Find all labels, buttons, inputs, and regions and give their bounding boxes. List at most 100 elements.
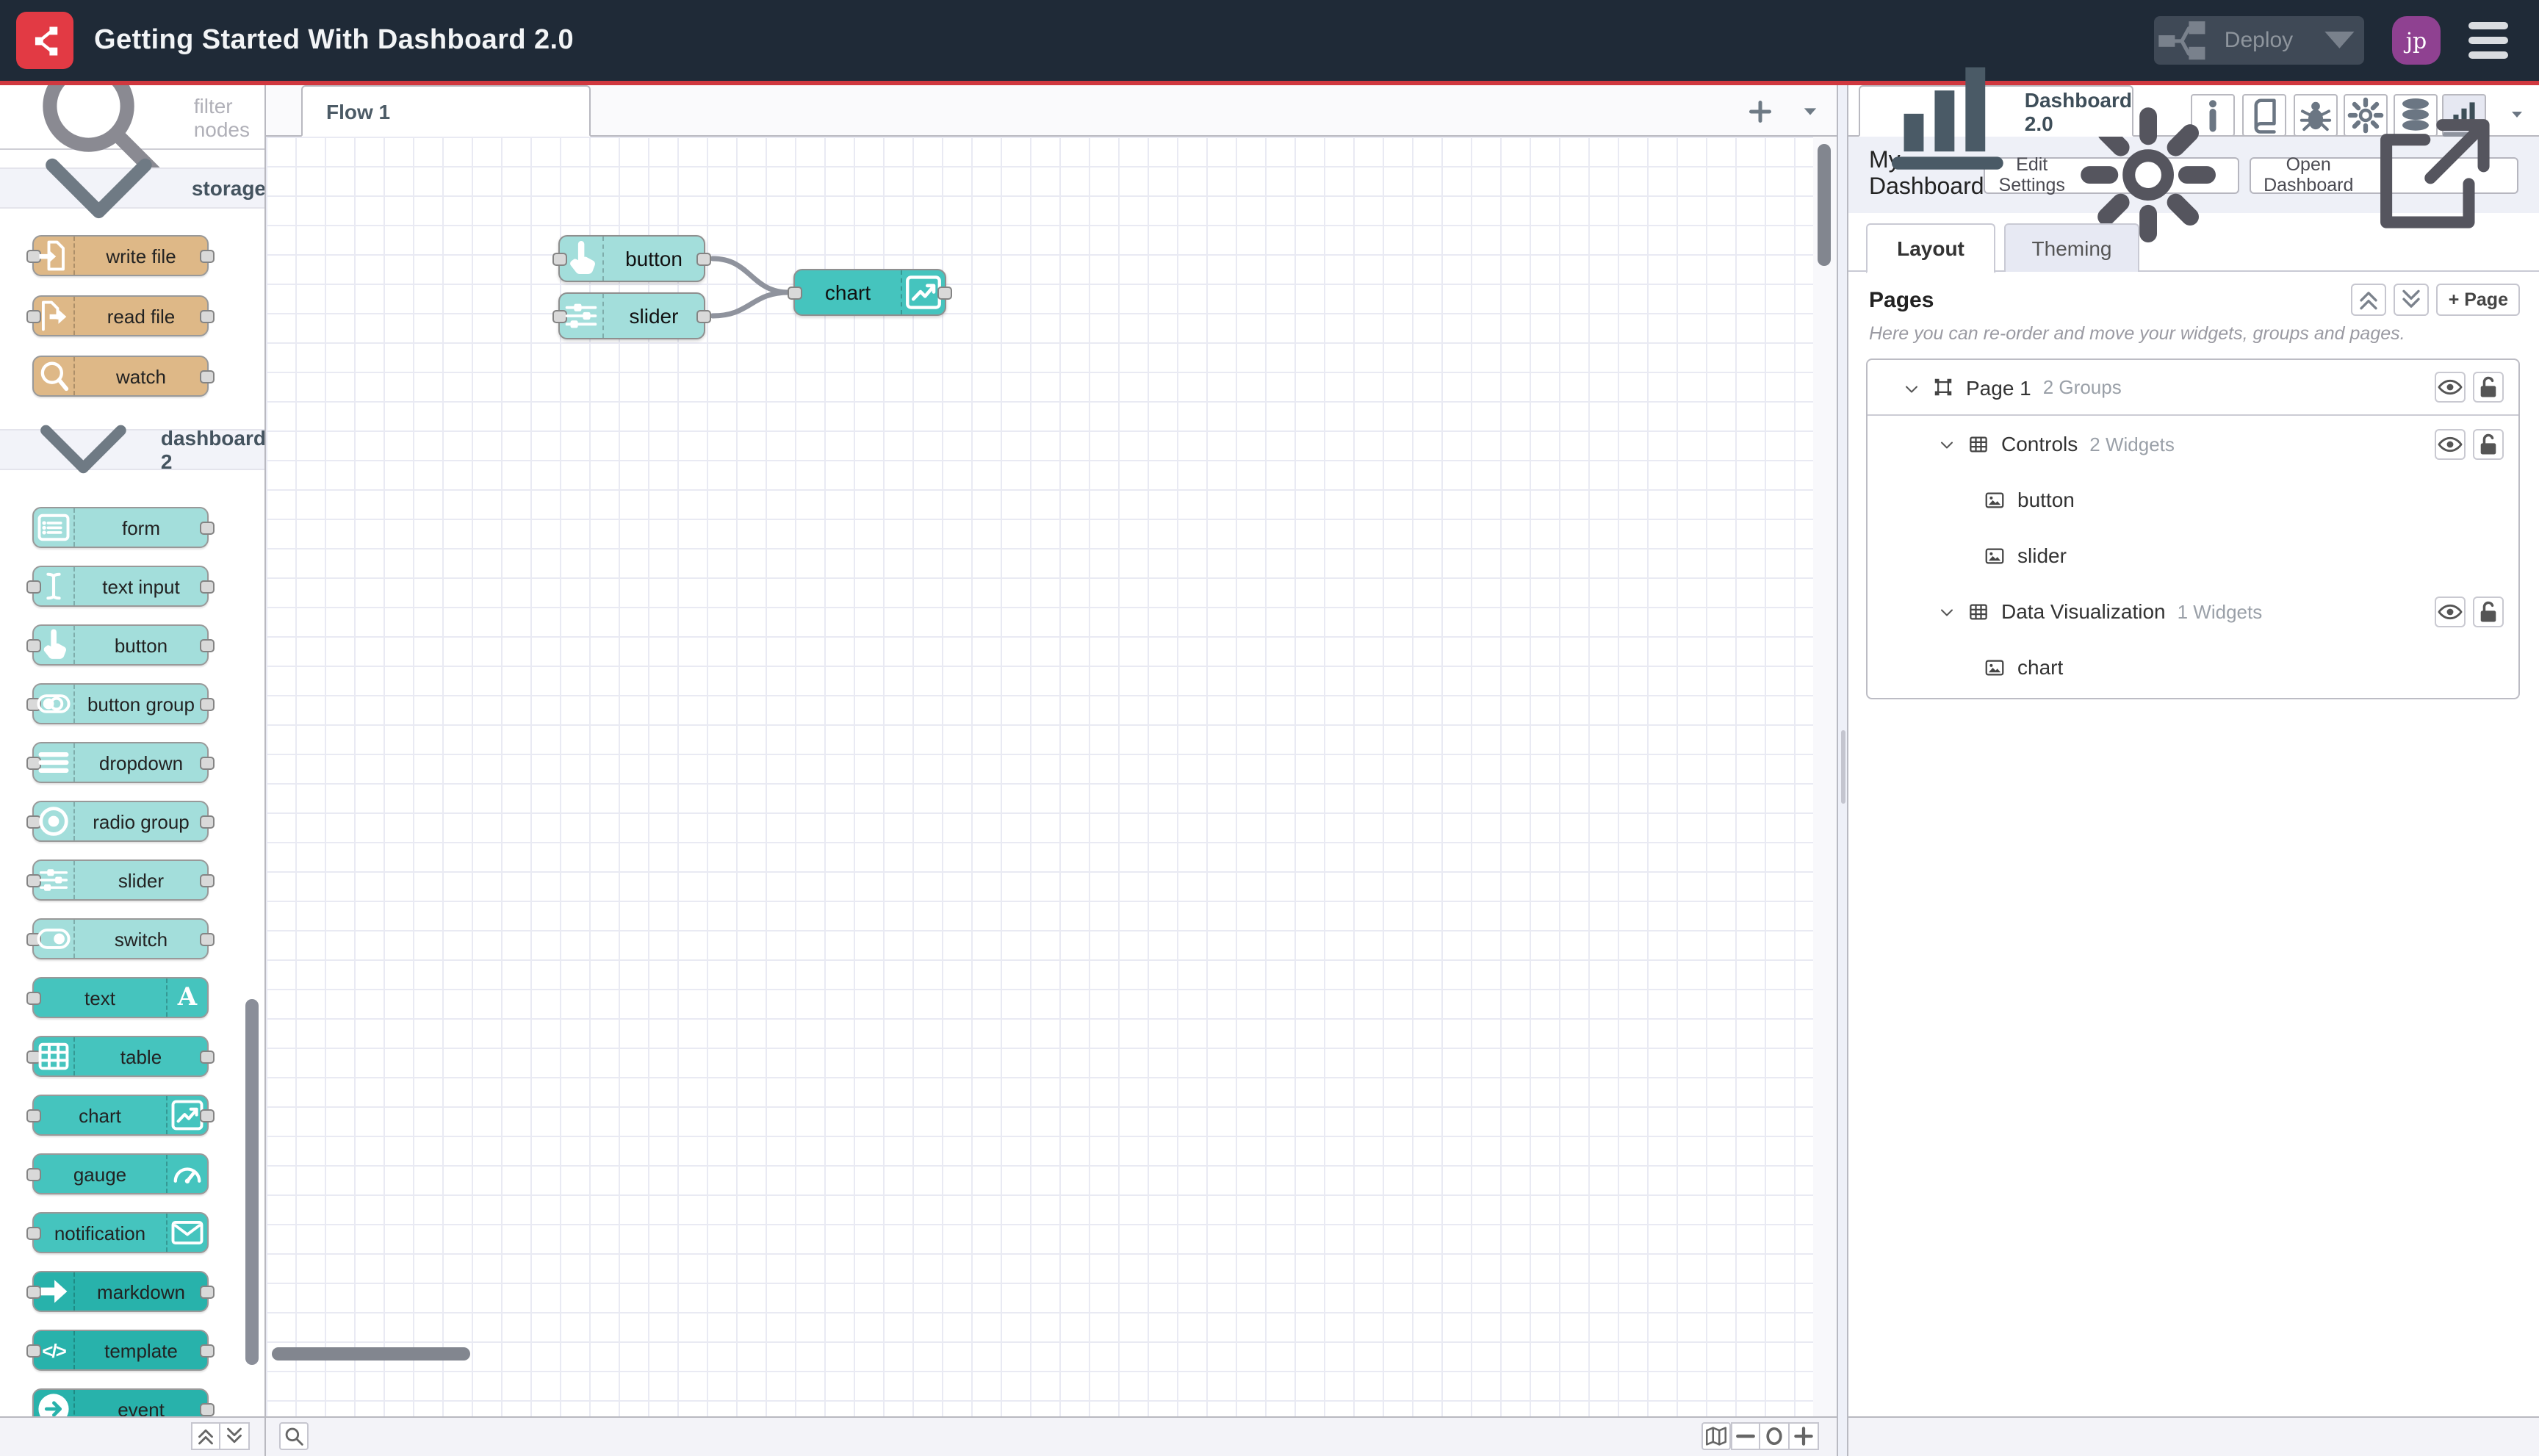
group-icon: [1967, 433, 1989, 455]
chevron-down-icon[interactable]: [1938, 435, 1956, 453]
deploy-caret-icon[interactable]: [2308, 15, 2364, 66]
header: Getting Started With Dashboard 2.0 Deplo…: [0, 0, 2539, 81]
tab-layout[interactable]: Layout: [1866, 223, 1995, 273]
port-out[interactable]: [200, 370, 215, 383]
collapse-all-button[interactable]: [191, 1422, 220, 1450]
palette-node-table[interactable]: table: [26, 1036, 215, 1077]
flow-canvas[interactable]: button slider chart: [266, 137, 1813, 1416]
canvas-horizontal-scrollbar[interactable]: [272, 1347, 470, 1361]
group-icon: [1967, 600, 1989, 622]
port-out[interactable]: [200, 873, 215, 887]
category-dashboard-2[interactable]: dashboard 2: [0, 425, 264, 474]
widget-count-badge: 2 Widgets: [2089, 433, 2175, 455]
port-out[interactable]: [200, 1285, 215, 1298]
sidebar-menu-button[interactable]: [2507, 104, 2527, 122]
port-out[interactable]: [200, 580, 215, 593]
move-down-button[interactable]: [2394, 284, 2430, 316]
port-out[interactable]: [200, 932, 215, 945]
zoom-out-button[interactable]: [1731, 1422, 1760, 1450]
expand-all-button[interactable]: [220, 1422, 250, 1450]
port-out[interactable]: [696, 252, 711, 265]
lock-button[interactable]: [2473, 428, 2504, 459]
filter-placeholder: filter nodes: [193, 93, 251, 140]
palette-node-dropdown[interactable]: dropdown: [26, 742, 215, 783]
separator-drag-handle[interactable]: [1841, 730, 1845, 804]
port-out[interactable]: [200, 815, 215, 828]
wires: [710, 256, 792, 319]
edit-settings-button[interactable]: Edit Settings: [1984, 107, 2239, 242]
palette-node-event[interactable]: event: [32, 1388, 215, 1416]
tree-row-controls[interactable]: Controls 2 Widgets: [1868, 416, 2518, 472]
port-out[interactable]: [200, 521, 215, 534]
port-out[interactable]: [696, 309, 711, 322]
palette-node-template[interactable]: </> template: [26, 1330, 215, 1371]
chevron-down-icon[interactable]: [1903, 378, 1920, 396]
port-out[interactable]: [200, 1402, 215, 1416]
add-page-button[interactable]: + Page: [2436, 284, 2520, 316]
flow-node-button[interactable]: button: [552, 235, 711, 282]
palette-node-switch[interactable]: switch: [26, 918, 215, 959]
palette-node-form[interactable]: form: [32, 507, 215, 548]
lock-button[interactable]: [2473, 596, 2504, 627]
port-out[interactable]: [200, 756, 215, 769]
palette-node-slider[interactable]: slider: [26, 859, 215, 901]
tree-row-widget-chart[interactable]: chart: [1868, 639, 2518, 695]
add-flow-button[interactable]: [1746, 97, 1775, 126]
sidebar-separator[interactable]: [1837, 85, 1848, 1456]
tab-help[interactable]: [2242, 94, 2286, 137]
navigator-map-button[interactable]: [1701, 1422, 1731, 1450]
port-out[interactable]: [937, 286, 952, 299]
tree-row-widget-button[interactable]: button: [1868, 472, 2518, 527]
palette-node-notification[interactable]: notification: [26, 1212, 209, 1253]
port-out[interactable]: [200, 697, 215, 710]
port-out[interactable]: [200, 638, 215, 652]
tab-debug[interactable]: [2294, 94, 2338, 137]
palette-node-button-group[interactable]: button group: [26, 683, 215, 724]
canvas-vertical-scrollbar[interactable]: [1818, 144, 1831, 266]
main-menu-button[interactable]: [2468, 22, 2508, 59]
tab-flow-1[interactable]: Flow 1: [301, 85, 591, 137]
port-out[interactable]: [200, 249, 215, 262]
palette-node-markdown[interactable]: markdown: [26, 1271, 215, 1312]
open-dashboard-button[interactable]: Open Dashboard: [2249, 118, 2518, 228]
move-up-button[interactable]: [2351, 284, 2387, 316]
visibility-button[interactable]: [2435, 428, 2466, 459]
palette-node-button[interactable]: button: [26, 624, 215, 666]
chevron-down-icon[interactable]: [1938, 602, 1956, 620]
lock-button[interactable]: [2473, 372, 2504, 403]
palette-node-chart[interactable]: chart: [26, 1095, 215, 1136]
zoom-reset-button[interactable]: [1760, 1422, 1790, 1450]
deploy-button[interactable]: Deploy: [2154, 16, 2364, 65]
visibility-button[interactable]: [2435, 372, 2466, 403]
layout-theming-tabs: Layout Theming: [1848, 223, 2539, 273]
flow-list-button[interactable]: [1798, 101, 1822, 122]
palette-scrollbar[interactable]: [245, 999, 259, 1365]
palette-node-text[interactable]: A text: [26, 977, 209, 1018]
tree-row-page-1[interactable]: Page 1 2 Groups: [1868, 360, 2518, 416]
tree-row-widget-slider[interactable]: slider: [1868, 527, 2518, 583]
palette-node-gauge[interactable]: gauge: [26, 1153, 209, 1194]
palette-node-write-file[interactable]: write file: [26, 235, 215, 276]
user-avatar[interactable]: jp: [2392, 16, 2441, 65]
category-storage[interactable]: storage: [0, 158, 264, 218]
port-out[interactable]: [200, 1050, 215, 1063]
palette-node-radio-group[interactable]: radio group: [26, 801, 215, 842]
port-out[interactable]: [200, 1344, 215, 1357]
pages-caption: Here you can re-order and move your widg…: [1869, 323, 2405, 344]
port-out[interactable]: [200, 1109, 215, 1122]
tab-theming[interactable]: Theming: [2004, 223, 2139, 272]
flow-node-slider[interactable]: slider: [552, 292, 711, 339]
widget-count-badge: 1 Widgets: [2177, 600, 2263, 622]
page-title: Getting Started With Dashboard 2.0: [94, 24, 574, 55]
visibility-button[interactable]: [2435, 596, 2466, 627]
palette-node-read-file[interactable]: read file: [26, 295, 215, 336]
search-flows-button[interactable]: [279, 1422, 309, 1450]
tab-dashboard-2[interactable]: Dashboard 2.0: [1859, 67, 2133, 170]
zoom-in-button[interactable]: [1790, 1422, 1819, 1450]
palette-node-text-input[interactable]: text input: [26, 566, 215, 607]
tree-row-data-visualization[interactable]: Data Visualization 1 Widgets: [1868, 583, 2518, 639]
flow-node-chart[interactable]: chart: [788, 269, 952, 316]
sidebar: Dashboard 2.0 My Dashboard Edit Settings…: [1848, 67, 2539, 1416]
port-out[interactable]: [200, 309, 215, 322]
node-red-editor: Getting Started With Dashboard 2.0 Deplo…: [0, 0, 2539, 1456]
